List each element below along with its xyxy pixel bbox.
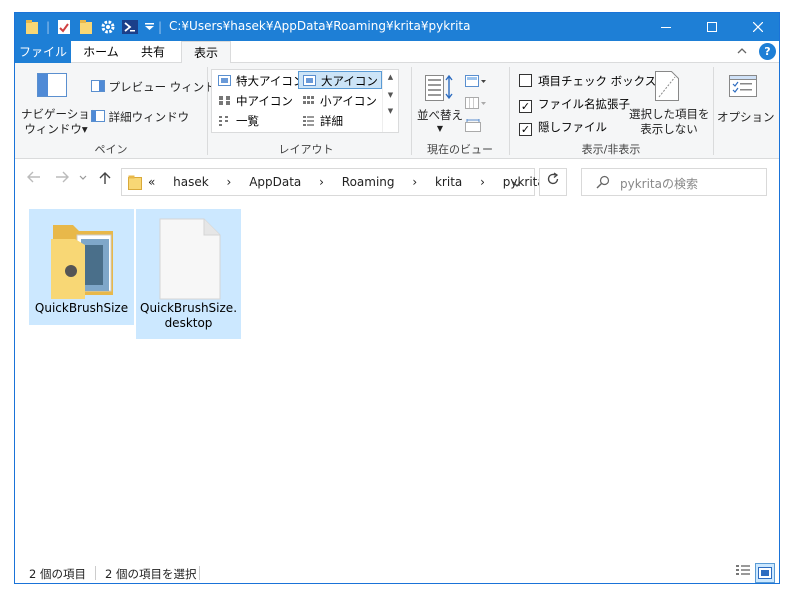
breadcrumb-hasek[interactable]: hasek	[173, 175, 209, 189]
tab-view[interactable]: 表示	[181, 41, 231, 64]
blank-file-icon	[154, 217, 224, 301]
hide-selected-button[interactable]: 選択した項目を 表示しない	[629, 107, 710, 137]
tab-share[interactable]: 共有	[131, 41, 175, 63]
folder-app-icon	[23, 18, 41, 36]
powershell-icon[interactable]	[121, 18, 139, 36]
file-name: QuickBrushSize	[34, 301, 129, 315]
breadcrumb-separator: ›	[226, 175, 232, 189]
customize-qat-icon[interactable]	[143, 18, 155, 36]
layout-extra-large-icons[interactable]: 特大アイコン	[214, 72, 304, 90]
search-placeholder: pykritaの検索	[620, 177, 698, 191]
hidden-items-toggle[interactable]: ✓ 隠しファイル	[519, 119, 607, 136]
new-folder-icon[interactable]	[77, 18, 95, 36]
layout-list[interactable]: 一覧	[214, 112, 296, 130]
title-bar[interactable]: | | C:¥Users¥hasek¥AppData¥Roaming¥krita…	[15, 13, 779, 41]
layout-medium-icons[interactable]: 中アイコン	[214, 92, 296, 110]
layout-large-icons[interactable]: 大アイコン	[298, 71, 382, 89]
options-button[interactable]: オプション	[717, 109, 775, 125]
large-icons-view-button[interactable]	[755, 563, 775, 583]
sort-by-button[interactable]: 並べ替え ▼	[417, 109, 463, 135]
address-dropdown-icon[interactable]	[512, 177, 522, 191]
gear-icon[interactable]	[99, 18, 117, 36]
size-columns-icon[interactable]	[465, 119, 483, 136]
sort-by-icon	[425, 74, 455, 104]
search-box[interactable]: pykritaの検索	[581, 168, 767, 196]
item-checkboxes-checkbox[interactable]	[519, 74, 532, 87]
folder-icon	[128, 174, 142, 193]
breadcrumb-krita[interactable]: krita	[435, 175, 462, 189]
layout-group-label: レイアウト	[278, 143, 334, 156]
hide-selected-icon	[655, 71, 679, 104]
item-count: 2 個の項目	[29, 567, 86, 581]
show-hide-group: 項目チェック ボックス ✓ ファイル名拡張子 ✓ 隠しファイル 選択した項目を 表示…	[509, 63, 713, 159]
file-item[interactable]: QuickBrushSize.desktop	[136, 209, 241, 339]
minimize-button[interactable]	[643, 13, 689, 41]
folder-item[interactable]: QuickBrushSize	[29, 209, 134, 325]
breadcrumb-roaming[interactable]: Roaming	[342, 175, 395, 189]
file-name: QuickBrushSize.desktop	[140, 301, 238, 330]
large-icons-view-icon	[758, 567, 772, 579]
selected-count: 2 個の項目を選択	[105, 567, 197, 581]
navigation-bar: « hasek › AppData › Roaming › krita › py…	[15, 165, 779, 197]
address-bar[interactable]: « hasek › AppData › Roaming › krita › py…	[121, 168, 545, 196]
file-extensions-toggle[interactable]: ✓ ファイル名拡張子	[519, 96, 630, 113]
status-bar: 2 個の項目 2 個の項目を選択	[15, 561, 779, 583]
current-view-group: 並べ替え ▼ 現在のビュー	[411, 63, 509, 159]
breadcrumb-separator: ›	[319, 175, 324, 189]
layout-gallery: 特大アイコン 大アイコン 中アイコン 小アイコン 一覧 詳細 ▲ ▼ ▼	[211, 69, 399, 133]
maximize-button[interactable]	[689, 13, 735, 41]
properties-icon[interactable]	[55, 18, 73, 36]
gallery-more-icon[interactable]: ▼	[383, 107, 398, 115]
item-checkboxes-toggle[interactable]: 項目チェック ボックス	[519, 73, 656, 89]
explorer-window: | | C:¥Users¥hasek¥AppData¥Roaming¥krita…	[14, 12, 780, 584]
window-title: C:¥Users¥hasek¥AppData¥Roaming¥krita¥pyk…	[169, 19, 471, 33]
layout-details[interactable]: 詳細	[298, 112, 382, 130]
options-group: オプション	[713, 63, 777, 159]
forward-arrow-icon[interactable]	[55, 171, 69, 187]
search-icon	[596, 175, 610, 192]
breadcrumb-appdata[interactable]: AppData	[249, 175, 301, 189]
chevron-down-icon: ▼	[436, 124, 444, 133]
up-arrow-icon[interactable]	[99, 171, 111, 189]
current-view-group-label: 現在のビュー	[427, 143, 493, 156]
folder-icon	[47, 217, 117, 301]
file-extensions-checkbox[interactable]: ✓	[519, 100, 532, 113]
close-button[interactable]	[735, 13, 779, 41]
file-list-area[interactable]: QuickBrushSize QuickBrushSize.desktop	[15, 203, 779, 559]
breadcrumb-overflow[interactable]: «	[148, 175, 155, 189]
scroll-down-icon[interactable]: ▼	[383, 91, 398, 99]
collapse-ribbon-icon[interactable]	[737, 45, 747, 58]
layout-gallery-scroll[interactable]: ▲ ▼ ▼	[382, 70, 398, 132]
ribbon: ナビゲーション ウィンドウ▾ プレビュー ウィンドウ 詳細ウィンドウ ペイン 特…	[15, 63, 779, 159]
help-icon[interactable]: ?	[759, 43, 776, 60]
breadcrumb-separator: ›	[480, 175, 485, 189]
details-view-button[interactable]	[733, 563, 753, 583]
breadcrumb: « hasek › AppData › Roaming › krita › py…	[148, 175, 559, 189]
group-by-icon[interactable]	[465, 75, 487, 92]
refresh-button[interactable]	[539, 168, 567, 196]
show-hide-group-label: 表示/非表示	[581, 143, 641, 156]
refresh-icon	[547, 172, 559, 185]
add-columns-icon[interactable]	[465, 97, 487, 114]
details-view-icon	[736, 565, 750, 575]
back-arrow-icon[interactable]	[27, 171, 41, 187]
tab-home[interactable]: ホーム	[75, 41, 127, 63]
scroll-up-icon[interactable]: ▲	[383, 73, 398, 81]
layout-small-icons[interactable]: 小アイコン	[298, 92, 382, 110]
breadcrumb-separator: ›	[412, 175, 418, 189]
hidden-items-checkbox[interactable]: ✓	[519, 123, 532, 136]
recent-locations-icon[interactable]	[79, 171, 87, 187]
options-icon	[729, 75, 757, 100]
ribbon-tab-bar: ファイル ホーム 共有 表示 ?	[15, 41, 779, 64]
layout-group: 特大アイコン 大アイコン 中アイコン 小アイコン 一覧 詳細 ▲ ▼ ▼ レイア…	[15, 63, 411, 159]
tab-file[interactable]: ファイル	[15, 41, 71, 63]
